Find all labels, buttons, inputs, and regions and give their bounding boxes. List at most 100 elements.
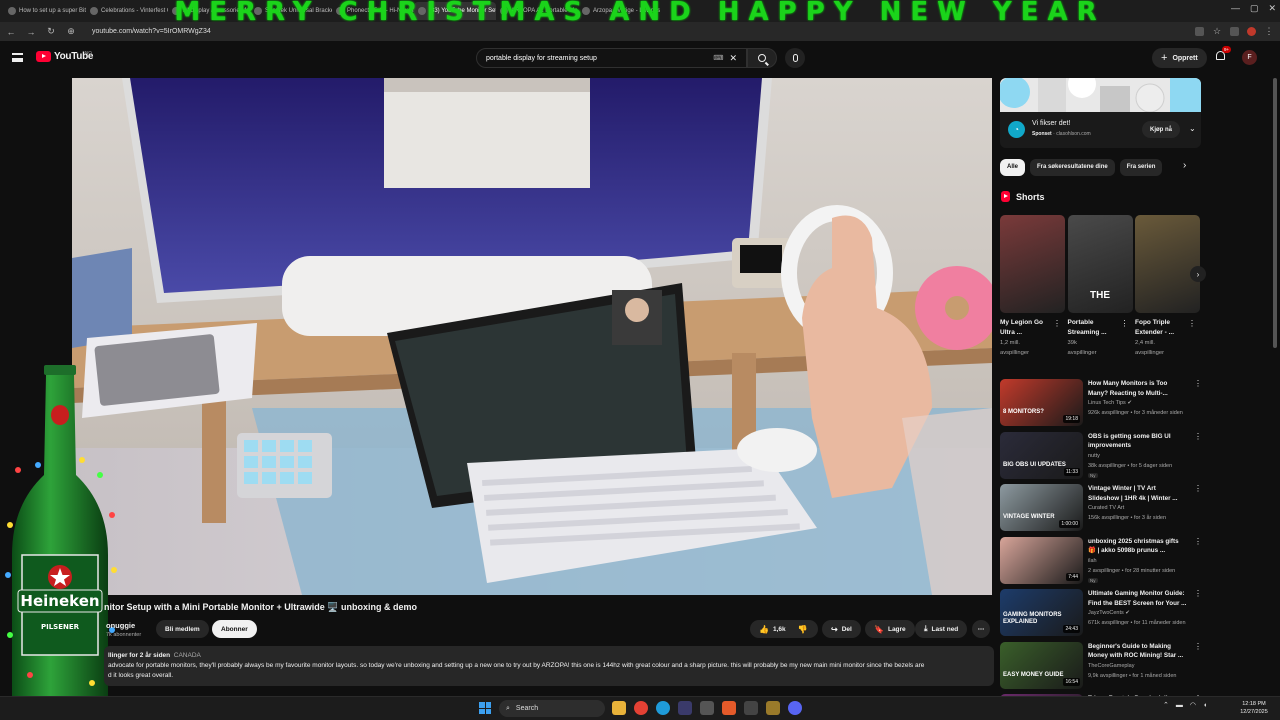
video-channel[interactable]: Curated TV Art <box>1088 505 1124 511</box>
recommended-video[interactable]: 8 MONITORS? 19:18 How Many Monitors is Too… <box>1000 379 1202 429</box>
video-title-link[interactable]: Ultimate Gaming Monitor Guide: Find the … <box>1088 589 1188 608</box>
more-actions-button[interactable]: ⋯ <box>972 620 990 638</box>
video-channel[interactable]: Linus Tech Tips ✔ <box>1088 400 1132 406</box>
share-button[interactable]: ↪ Del <box>822 620 861 638</box>
video-title-link[interactable]: Beginner's Guide to Making Money with RO… <box>1088 642 1188 661</box>
video-channel[interactable]: ilah <box>1088 558 1097 564</box>
browser-tab[interactable]: Celebrations - Vinterfest Comp...✕ <box>86 2 168 20</box>
browser-tab[interactable]: How to set up a super Bit cof...✕ <box>4 2 86 20</box>
video-title-link[interactable]: unboxing 2025 christmas gifts 🎁 | akko 5… <box>1088 537 1188 556</box>
filter-chip[interactable]: Fra søkeresultatene dine <box>1030 158 1115 176</box>
clear-search-icon[interactable]: ✕ <box>729 53 737 64</box>
chevron-up-icon[interactable]: ⌃ <box>1163 701 1169 709</box>
ad-title[interactable]: Vi fikser det! <box>1032 120 1070 127</box>
page-scrollbar[interactable] <box>1273 78 1277 694</box>
chrome-icon[interactable] <box>634 701 648 715</box>
profile-icon[interactable] <box>1247 27 1256 36</box>
more-vertical-icon[interactable]: ⋮ <box>1194 484 1202 493</box>
voice-search-button[interactable] <box>785 48 805 68</box>
speaker-icon[interactable]: ◖ <box>1203 702 1207 709</box>
recommended-video[interactable]: VINTAGE WINTER 1:00:00 Vintage Winter | TV… <box>1000 484 1202 534</box>
short-title[interactable]: My Legion Go Ultra ... <box>1000 318 1054 338</box>
more-vertical-icon[interactable]: ⋮ <box>1194 432 1202 441</box>
forward-icon[interactable]: → <box>26 27 36 37</box>
scrollbar-thumb[interactable] <box>1273 78 1277 348</box>
taskbar-search[interactable]: ⌕ Search <box>499 700 605 717</box>
download-button[interactable]: ⤓ Last ned <box>915 620 968 638</box>
shorts-next-button[interactable]: › <box>1190 266 1206 282</box>
browser-tab[interactable]: Arzopa Sverige - Lav pris for...✕ <box>578 2 660 20</box>
video-title-link[interactable]: Vintage Winter | TV Art Slideshow | 1HR … <box>1088 484 1188 503</box>
join-button[interactable]: Bli medlem <box>156 620 209 638</box>
more-vertical-icon[interactable]: ⋮ <box>1194 589 1202 598</box>
filter-chip[interactable]: Fra serien <box>1119 158 1163 176</box>
maximize-icon[interactable]: ▢ <box>1250 3 1259 14</box>
bookmark-star-icon[interactable]: ☆ <box>1212 26 1222 37</box>
browser-tab[interactable]: Shantek Universal Bracket...✕ <box>250 2 332 20</box>
short-card[interactable]: My Legion Go Ultra ... 1,2 mill. avspillin… <box>1000 215 1065 358</box>
search-input[interactable]: portable display for streaming setup ⌨ ✕ <box>476 48 747 68</box>
short-card[interactable]: THE Portable Streaming ... 39k avspillinger… <box>1067 215 1133 358</box>
video-thumbnail[interactable]: VINTAGE WINTER 1:00:00 <box>1000 484 1083 531</box>
short-title[interactable]: Fopo Triple Extender - ... <box>1135 318 1189 338</box>
video-player[interactable] <box>72 78 992 595</box>
recommended-video[interactable]: BIG OBS UI UPDATES 11:33 OBS is getting so… <box>1000 431 1202 482</box>
discord-icon[interactable] <box>788 701 802 715</box>
more-vertical-icon[interactable]: ⋮ <box>1053 319 1061 328</box>
hamburger-menu-icon[interactable] <box>12 53 23 62</box>
description-box[interactable]: llinger for 2 år siden CANADA advocate f… <box>104 646 994 686</box>
create-button[interactable]: + Opprett <box>1152 48 1207 68</box>
browser-menu-icon[interactable]: ⋮ <box>1264 26 1274 37</box>
chevron-right-icon[interactable]: › <box>1183 160 1186 171</box>
like-icon[interactable]: 👍 <box>759 625 769 634</box>
search-query[interactable]: portable display for streaming setup <box>486 55 597 62</box>
browser-tab[interactable]: (33) YouTube Monitor Setup wi...✕ <box>414 2 496 20</box>
app-icon[interactable] <box>744 701 758 715</box>
windows-start-icon[interactable] <box>479 702 491 714</box>
filter-chip[interactable]: Alle <box>1000 158 1026 176</box>
short-card[interactable]: Fopo Triple Extender - ... 2,4 mill. avspi… <box>1135 215 1200 358</box>
browser-tab[interactable]: Phonecto 5-G - Hi-Nex Bam...✕ <box>332 2 414 20</box>
like-count[interactable]: 1,6k <box>773 626 786 633</box>
video-title-link[interactable]: How Many Monitors is Too Many? Reacting … <box>1088 379 1188 398</box>
channel-name[interactable]: onuggie <box>106 621 135 630</box>
keyboard-icon[interactable]: ⌨ <box>713 54 723 62</box>
subscribe-button[interactable]: Abonner <box>212 620 257 638</box>
app-icon[interactable] <box>722 701 736 715</box>
close-window-icon[interactable]: ✕ <box>1268 3 1276 14</box>
file-explorer-icon[interactable] <box>612 701 626 715</box>
short-thumbnail[interactable] <box>1000 215 1065 313</box>
short-thumbnail[interactable] <box>1135 215 1200 313</box>
minimize-icon[interactable]: — <box>1231 3 1240 14</box>
save-button[interactable]: 🔖 Lagre <box>865 620 915 638</box>
taskbar-clock[interactable]: 12:18 PM 12/27/2025 <box>1234 700 1274 716</box>
dislike-icon[interactable]: 👎 <box>798 625 808 634</box>
sponsored-ad[interactable]: ◔ Vi fikser det! Sponset · clasohlson.co… <box>1000 78 1201 148</box>
browser-tab[interactable]: all display accessories for ...✕ <box>168 2 250 20</box>
short-thumbnail[interactable]: THE <box>1067 215 1133 313</box>
short-title[interactable]: Portable Streaming ... <box>1068 318 1122 338</box>
app-icon[interactable] <box>766 701 780 715</box>
more-vertical-icon[interactable]: ⋮ <box>1121 319 1129 328</box>
more-vertical-icon[interactable]: ⋮ <box>1194 642 1202 651</box>
account-avatar[interactable]: F <box>1242 50 1257 65</box>
video-channel[interactable]: JayzTwoCents ✔ <box>1088 610 1130 616</box>
video-thumbnail[interactable]: 8 MONITORS? 19:18 <box>1000 379 1083 426</box>
video-thumbnail[interactable]: GAMING MONITORS EXPLAINED 24:43 <box>1000 589 1083 636</box>
cast-icon[interactable] <box>1195 27 1204 36</box>
recommended-video[interactable]: EASY MONEY GUIDE 16:54 Beginner's Guide to… <box>1000 641 1202 692</box>
url-field[interactable]: youtube.com/watch?v=5IrOMRWgZ34 <box>92 28 211 35</box>
more-vertical-icon[interactable]: ⋮ <box>1188 319 1196 328</box>
language-flag-icon[interactable]: ▬ <box>1176 702 1183 709</box>
chevron-down-icon[interactable]: ⌄ <box>1189 124 1196 133</box>
video-thumbnail[interactable]: 7:44 <box>1000 536 1083 584</box>
more-vertical-icon[interactable]: ⋮ <box>1194 537 1202 546</box>
recommended-video[interactable]: GAMING MONITORS EXPLAINED 24:43 Ultimate G… <box>1000 589 1202 639</box>
video-thumbnail[interactable]: BIG OBS UI UPDATES 11:33 <box>1000 431 1083 479</box>
more-vertical-icon[interactable]: ⋮ <box>1194 379 1202 388</box>
reload-icon[interactable]: ↻ <box>46 26 56 37</box>
app-icon[interactable] <box>700 701 714 715</box>
wifi-icon[interactable]: ◠ <box>1190 701 1196 709</box>
browser-tab[interactable]: ARZOPA A1 Portable Mon...✕ <box>496 2 578 20</box>
extension-icon[interactable] <box>1230 27 1239 36</box>
